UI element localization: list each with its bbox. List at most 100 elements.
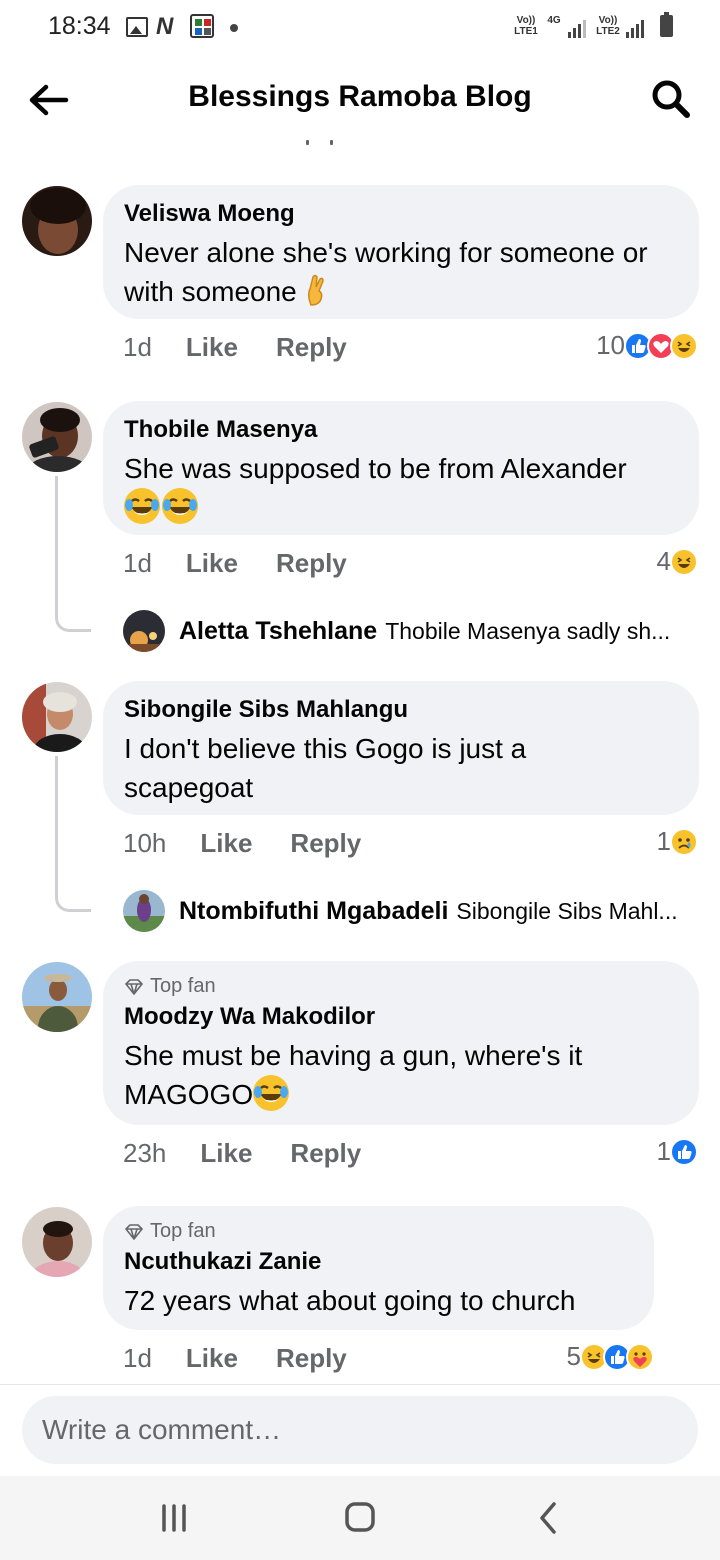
reaction-summary[interactable]: 1: [657, 1136, 698, 1167]
reaction-summary[interactable]: 10: [596, 330, 698, 361]
like-button[interactable]: Like: [200, 828, 252, 859]
comment-time: 1d: [123, 332, 152, 362]
battery-icon: [660, 12, 673, 37]
top-fan-label: Top fan: [150, 975, 216, 997]
comment-text: She must be having a gun, where's it MAG…: [124, 1036, 644, 1114]
thread-line: [55, 476, 91, 632]
comment-time: 1d: [123, 1343, 152, 1373]
haha-reaction-icon: [670, 547, 698, 576]
status-time: 18:34: [48, 12, 111, 40]
recent-apps-button[interactable]: [150, 1496, 198, 1540]
reaction-count: 1: [656, 1136, 671, 1166]
top-fan-badge: Top fan: [124, 1220, 634, 1243]
reaction-count: 1: [656, 826, 671, 856]
diamond-icon: [125, 978, 143, 995]
avatar[interactable]: [22, 962, 92, 1032]
comment-bubble[interactable]: Top fan Ncuthukazi Zanie 72 years what a…: [103, 1206, 654, 1330]
system-nav-bar: [0, 1476, 720, 1560]
reaction-summary[interactable]: 5: [567, 1341, 654, 1372]
avatar[interactable]: [22, 186, 92, 256]
comment-author[interactable]: Moodzy Wa Makodilor: [124, 1002, 679, 1032]
reply-button[interactable]: Reply: [276, 548, 347, 579]
reaction-count: 10: [596, 330, 625, 360]
signal-icon: [568, 18, 586, 38]
reply-button[interactable]: Reply: [276, 1343, 347, 1374]
reply-preview[interactable]: Ntombifuthi Mgabadeli Sibongile Sibs Mahl…: [123, 890, 678, 932]
comment-actions: 1d Like Reply: [123, 548, 347, 579]
reply-button[interactable]: Reply: [276, 332, 347, 363]
comment-text-content: Never alone she's working for someone or…: [124, 237, 648, 307]
comment-author[interactable]: Veliswa Moeng: [124, 199, 679, 229]
reply-button[interactable]: Reply: [290, 828, 361, 859]
care-reaction-icon: [626, 1342, 654, 1371]
reply-avatar: [123, 890, 165, 932]
like-button[interactable]: Like: [186, 548, 238, 579]
avatar[interactable]: [22, 402, 92, 472]
recent-apps-icon: [162, 1504, 186, 1532]
comment-actions: 1d Like Reply: [123, 332, 347, 363]
comment-author[interactable]: Sibongile Sibs Mahlangu: [124, 695, 679, 725]
comment-text: 72 years what about going to church: [124, 1285, 576, 1316]
notification-dot-icon: [230, 24, 238, 32]
like-button[interactable]: Like: [200, 1138, 252, 1169]
crossed-fingers-emoji: [305, 273, 327, 307]
like-button[interactable]: Like: [186, 332, 238, 363]
reply-text: Thobile Masenya sadly sh...: [385, 617, 671, 644]
comment-author[interactable]: Thobile Masenya: [124, 415, 679, 445]
reply-button[interactable]: Reply: [290, 1138, 361, 1169]
search-button[interactable]: [648, 76, 694, 122]
comment-composer: [0, 1384, 720, 1476]
tears-of-joy-emoji: [162, 488, 198, 524]
search-icon: [652, 80, 690, 118]
reaction-summary[interactable]: 1: [657, 826, 698, 857]
like-reaction-icon: [670, 1137, 698, 1166]
haha-reaction-icon: [670, 331, 698, 360]
thread-line: [55, 756, 91, 912]
reaction-summary[interactable]: 4: [657, 546, 698, 577]
reaction-count: 4: [656, 546, 671, 576]
comment-text-content: She was supposed to be from Alexander: [124, 453, 627, 484]
comment-text-content: She must be having a gun, where's it MAG…: [124, 1040, 583, 1110]
home-button[interactable]: [336, 1496, 384, 1540]
comment-bubble[interactable]: Thobile Masenya She was supposed to be f…: [103, 401, 699, 535]
reaction-count: 5: [566, 1341, 581, 1371]
comment-text: Never alone she's working for someone or…: [124, 233, 679, 311]
comment-bubble[interactable]: Veliswa Moeng Never alone she's working …: [103, 185, 699, 319]
sim2-label: Vo)) LTE2: [596, 15, 620, 37]
avatar[interactable]: [22, 682, 92, 752]
comment-actions: 10h Like Reply: [123, 828, 361, 859]
signal-icon-2: [626, 18, 644, 38]
page-title: Blessings Ramoba Blog: [188, 80, 532, 113]
comment-author[interactable]: Ncuthukazi Zanie: [124, 1247, 634, 1277]
tears-of-joy-emoji: [253, 1075, 290, 1111]
network-type-label: 4G: [547, 15, 561, 26]
previous-content-peek: [300, 140, 350, 148]
comment-bubble[interactable]: Sibongile Sibs Mahlangu I don't believe …: [103, 681, 699, 815]
comment-text: She was supposed to be from Alexander: [124, 449, 679, 527]
reply-text: Sibongile Sibs Mahl...: [456, 897, 678, 924]
nav-back-button[interactable]: [524, 1496, 572, 1540]
sim1-label: Vo)) LTE1: [514, 15, 538, 37]
status-bar: 18:34 N Vo)) LTE1 4G Vo)) LTE2: [0, 0, 720, 56]
app-header: Blessings Ramoba Blog: [0, 56, 720, 146]
gallery-icon: [126, 17, 148, 37]
diamond-icon: [125, 1223, 143, 1240]
app-grid-icon: [190, 14, 214, 38]
comment-actions: 23h Like Reply: [123, 1138, 361, 1169]
tears-of-joy-emoji: [124, 488, 160, 524]
top-fan-badge: Top fan: [124, 975, 679, 998]
reply-author: Ntombifuthi Mgabadeli: [179, 896, 449, 925]
reply-preview[interactable]: Aletta Tshehlane Thobile Masenya sadly sh…: [123, 610, 670, 652]
home-icon: [345, 1502, 375, 1532]
comment-time: 10h: [123, 828, 167, 858]
comment-input[interactable]: [22, 1396, 698, 1464]
back-icon: [540, 1502, 556, 1534]
reply-author: Aletta Tshehlane: [179, 616, 378, 645]
comment-text: I don't believe this Gogo is just a scap…: [124, 733, 527, 803]
reply-avatar: [123, 610, 165, 652]
avatar[interactable]: [22, 1207, 92, 1277]
comment-time: 1d: [123, 548, 152, 578]
comment-time: 23h: [123, 1138, 167, 1168]
comment-bubble[interactable]: Top fan Moodzy Wa Makodilor She must be …: [103, 961, 699, 1125]
like-button[interactable]: Like: [186, 1343, 238, 1374]
